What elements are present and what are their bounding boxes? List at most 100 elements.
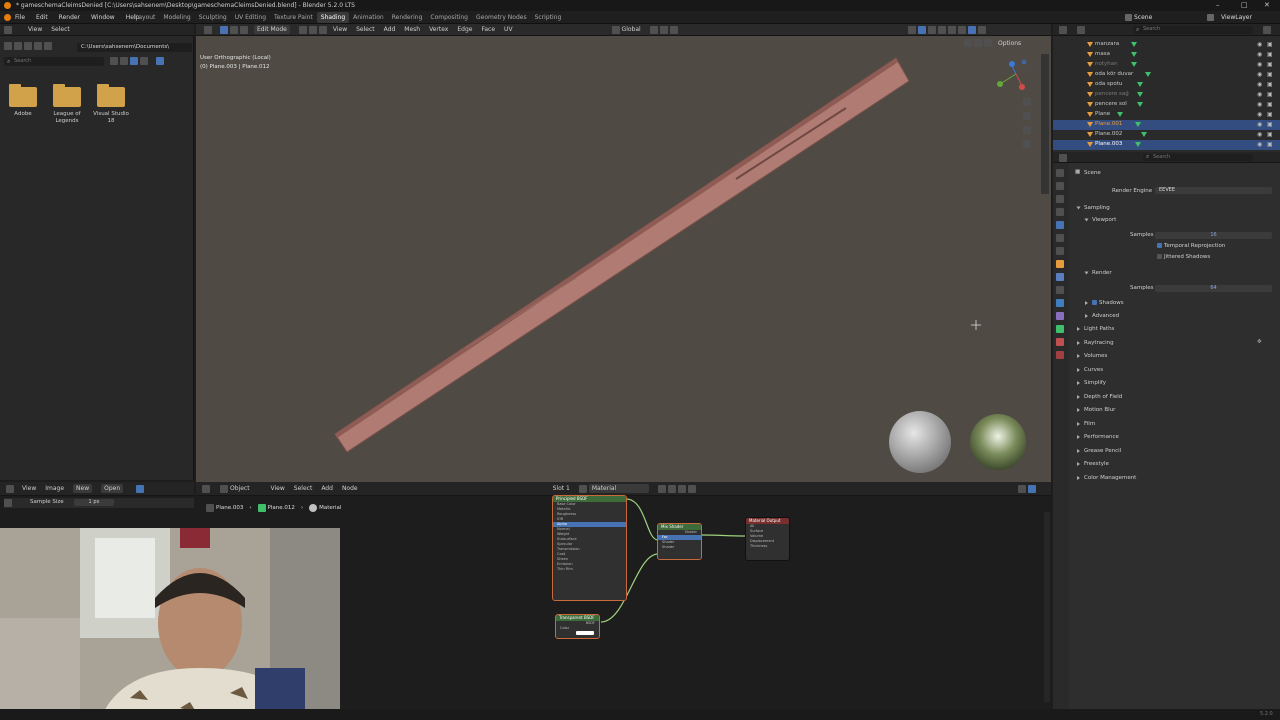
editor-type-icon[interactable] bbox=[1059, 26, 1067, 34]
visibility-eye-icon[interactable]: ◉ bbox=[1257, 101, 1262, 108]
outliner-row[interactable]: notyhan ◉ ▣ bbox=[1053, 60, 1280, 70]
sampling-panel-header[interactable]: Sampling bbox=[1076, 205, 1110, 211]
tab-texture-paint[interactable]: Texture Paint bbox=[270, 12, 317, 23]
3d-viewport[interactable]: Edit Mode View Select Add Mesh Vertex Ed… bbox=[196, 24, 1051, 482]
transparent-bsdf-node[interactable]: Transparent BSDF BSDF Color bbox=[555, 614, 600, 639]
properties-search-input[interactable]: Search bbox=[1143, 154, 1253, 161]
camera-view-icon[interactable] bbox=[1023, 126, 1031, 134]
visibility-eye-icon[interactable]: ◉ bbox=[1257, 111, 1262, 118]
grease-pencil-panel[interactable]: Grease Pencil bbox=[1077, 448, 1121, 454]
tab-uv-editing[interactable]: UV Editing bbox=[231, 12, 270, 23]
blender-menu-icon[interactable] bbox=[4, 14, 11, 21]
outliner-row[interactable]: pencere sağ ◉ ▣ bbox=[1053, 90, 1280, 100]
tab-rendering[interactable]: Rendering bbox=[388, 12, 427, 23]
fb-search-input[interactable]: Search bbox=[4, 57, 104, 66]
performance-panel[interactable]: Performance bbox=[1077, 434, 1119, 440]
render-samples-field[interactable]: 64 bbox=[1155, 285, 1272, 292]
viewlayer-selector[interactable]: ViewLayer bbox=[1221, 14, 1252, 21]
menu-file[interactable]: File bbox=[15, 14, 25, 21]
grid-view-icon[interactable] bbox=[130, 57, 138, 65]
navigation-gizmo[interactable] bbox=[997, 59, 1027, 91]
grid-projection-icon[interactable] bbox=[1023, 140, 1031, 148]
render-subpanel-header[interactable]: Render bbox=[1084, 270, 1112, 276]
render-camera-icon[interactable]: ▣ bbox=[1267, 41, 1273, 48]
tab-sculpting[interactable]: Sculpting bbox=[195, 12, 231, 23]
editor-type-icon[interactable] bbox=[4, 25, 12, 34]
folder-item[interactable]: Visual Studio 18 bbox=[91, 84, 131, 125]
curves-panel[interactable]: Curves bbox=[1077, 367, 1103, 373]
tool-tab-icon[interactable] bbox=[1056, 169, 1064, 177]
temporal-reprojection-checkbox[interactable]: Temporal Reprojection bbox=[1157, 243, 1225, 249]
folder-item[interactable]: Adobe bbox=[3, 84, 43, 118]
light-paths-panel[interactable]: Light Paths bbox=[1077, 326, 1114, 332]
tab-compositing[interactable]: Compositing bbox=[426, 12, 472, 23]
material-output-node[interactable]: Material Output All Surface Volume Displ… bbox=[746, 518, 789, 560]
ie-menu-view[interactable]: View bbox=[22, 485, 36, 492]
raytracing-panel[interactable]: Raytracing bbox=[1077, 340, 1114, 346]
ie-menu-image[interactable]: Image bbox=[45, 485, 64, 492]
render-camera-icon[interactable]: ▣ bbox=[1267, 61, 1273, 68]
visibility-eye-icon[interactable]: ◉ bbox=[1257, 51, 1262, 58]
visibility-eye-icon[interactable]: ◉ bbox=[1257, 91, 1262, 98]
shadows-subpanel-header[interactable]: Shadows bbox=[1085, 300, 1124, 306]
depth-of-field-panel[interactable]: Depth of Field bbox=[1077, 394, 1122, 400]
render-camera-icon[interactable]: ▣ bbox=[1267, 141, 1273, 148]
forward-icon[interactable] bbox=[14, 42, 22, 50]
plank-mesh[interactable] bbox=[334, 57, 910, 453]
advanced-subpanel-header[interactable]: Advanced bbox=[1085, 313, 1119, 319]
outliner-row-selected[interactable]: Plane.001 ◉ ▣ bbox=[1053, 120, 1280, 130]
outliner-row[interactable]: Plane.002 ◉ ▣ bbox=[1053, 130, 1280, 140]
editor-type-icon[interactable] bbox=[1059, 154, 1067, 162]
data-tab-icon[interactable] bbox=[1056, 325, 1064, 333]
maximize-button[interactable]: □ bbox=[1241, 1, 1248, 9]
mix-shader-node[interactable]: Mix Shader Shader Fac Shader Shader bbox=[657, 523, 702, 560]
minimize-button[interactable]: – bbox=[1216, 1, 1220, 9]
color-swatch[interactable] bbox=[576, 631, 594, 635]
visibility-eye-icon[interactable]: ◉ bbox=[1257, 131, 1262, 138]
menu-render[interactable]: Render bbox=[59, 14, 80, 21]
tab-scripting[interactable]: Scripting bbox=[531, 12, 566, 23]
render-engine-dropdown[interactable]: EEVEE bbox=[1155, 187, 1272, 194]
menu-window[interactable]: Window bbox=[91, 14, 115, 21]
principled-bsdf-node[interactable]: Principled BSDF Base Color Metallic Roug… bbox=[552, 495, 627, 601]
fb-menu-view[interactable]: View bbox=[28, 26, 42, 33]
render-camera-icon[interactable]: ▣ bbox=[1267, 91, 1273, 98]
collection-tab-icon[interactable] bbox=[1056, 247, 1064, 255]
render-camera-icon[interactable]: ▣ bbox=[1267, 131, 1273, 138]
filter-icon[interactable] bbox=[156, 57, 164, 65]
tab-geometry-nodes[interactable]: Geometry Nodes bbox=[472, 12, 531, 23]
outliner-row[interactable]: oda kör duvar ◉ ▣ bbox=[1053, 70, 1280, 80]
visibility-eye-icon[interactable]: ◉ bbox=[1257, 41, 1262, 48]
film-panel[interactable]: Film bbox=[1077, 421, 1095, 427]
render-camera-icon[interactable]: ▣ bbox=[1267, 71, 1273, 78]
render-camera-icon[interactable]: ▣ bbox=[1267, 121, 1273, 128]
outliner-search-input[interactable]: Search bbox=[1133, 26, 1253, 34]
new-image-button[interactable]: New bbox=[73, 484, 93, 493]
socket-thickness[interactable]: Thickness bbox=[746, 544, 789, 549]
socket-shader-in-2[interactable]: Shader bbox=[658, 545, 701, 550]
pin-icon[interactable] bbox=[136, 484, 145, 493]
editor-type-icon[interactable] bbox=[6, 484, 14, 493]
folder-item[interactable]: League of Legends bbox=[47, 84, 87, 125]
constraints-tab-icon[interactable] bbox=[1056, 312, 1064, 320]
sample-tool-icon[interactable] bbox=[4, 499, 12, 507]
world-tab-icon[interactable] bbox=[1056, 234, 1064, 242]
material-tab-icon[interactable] bbox=[1056, 338, 1064, 346]
sort-icon[interactable] bbox=[140, 57, 148, 65]
close-button[interactable]: ✕ bbox=[1264, 1, 1270, 9]
list-view-icon[interactable] bbox=[110, 57, 118, 65]
node-sidebar-tabs[interactable] bbox=[1044, 512, 1050, 702]
render-camera-icon[interactable]: ▣ bbox=[1267, 81, 1273, 88]
path-field[interactable]: C:\Users\sahsenem\Documents\ bbox=[77, 43, 192, 52]
outliner-row[interactable]: oda spotu ◉ ▣ bbox=[1053, 80, 1280, 90]
simplify-panel[interactable]: Simplify bbox=[1077, 380, 1106, 386]
render-tab-icon[interactable] bbox=[1056, 182, 1064, 190]
visibility-eye-icon[interactable]: ◉ bbox=[1257, 61, 1262, 68]
tab-animation[interactable]: Animation bbox=[349, 12, 388, 23]
tab-modeling[interactable]: Modeling bbox=[159, 12, 194, 23]
particles-tab-icon[interactable] bbox=[1056, 286, 1064, 294]
tab-layout[interactable]: Layout bbox=[131, 12, 159, 23]
fb-menu-select[interactable]: Select bbox=[51, 26, 70, 33]
pan-hand-icon[interactable] bbox=[1023, 112, 1031, 120]
viewport-samples-field[interactable]: 16 bbox=[1155, 232, 1272, 239]
